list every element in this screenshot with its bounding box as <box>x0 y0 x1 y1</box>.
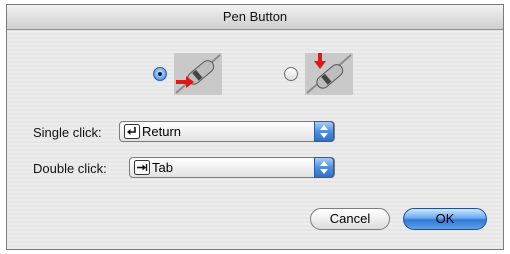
dialog-body: Single click: Return Double click: Tab C… <box>7 30 503 249</box>
option-2-radio[interactable] <box>284 67 298 81</box>
dialog-title: Pen Button <box>222 9 288 24</box>
double-click-value: Tab <box>152 160 173 175</box>
tab-key-icon <box>134 160 150 175</box>
single-click-label: Single click: <box>33 125 102 140</box>
double-click-label: Double click: <box>33 161 107 176</box>
radio-dot <box>158 72 162 76</box>
double-click-popup[interactable]: Tab <box>129 157 335 178</box>
cancel-button[interactable]: Cancel <box>310 208 390 230</box>
ok-button[interactable]: OK <box>403 208 487 230</box>
single-click-popup[interactable]: Return <box>119 121 335 142</box>
popup-arrows-icon <box>314 157 334 178</box>
return-key-icon <box>124 124 140 139</box>
title-bar: Pen Button <box>7 5 503 30</box>
pen-button-dialog: Pen Button Single click: Return Double c… <box>6 4 504 250</box>
pen-button-side-icon <box>174 53 222 95</box>
option-1-radio[interactable] <box>153 67 167 81</box>
single-click-value: Return <box>142 124 182 139</box>
popup-arrows-icon <box>314 121 334 142</box>
pen-button-top-icon <box>305 53 353 95</box>
